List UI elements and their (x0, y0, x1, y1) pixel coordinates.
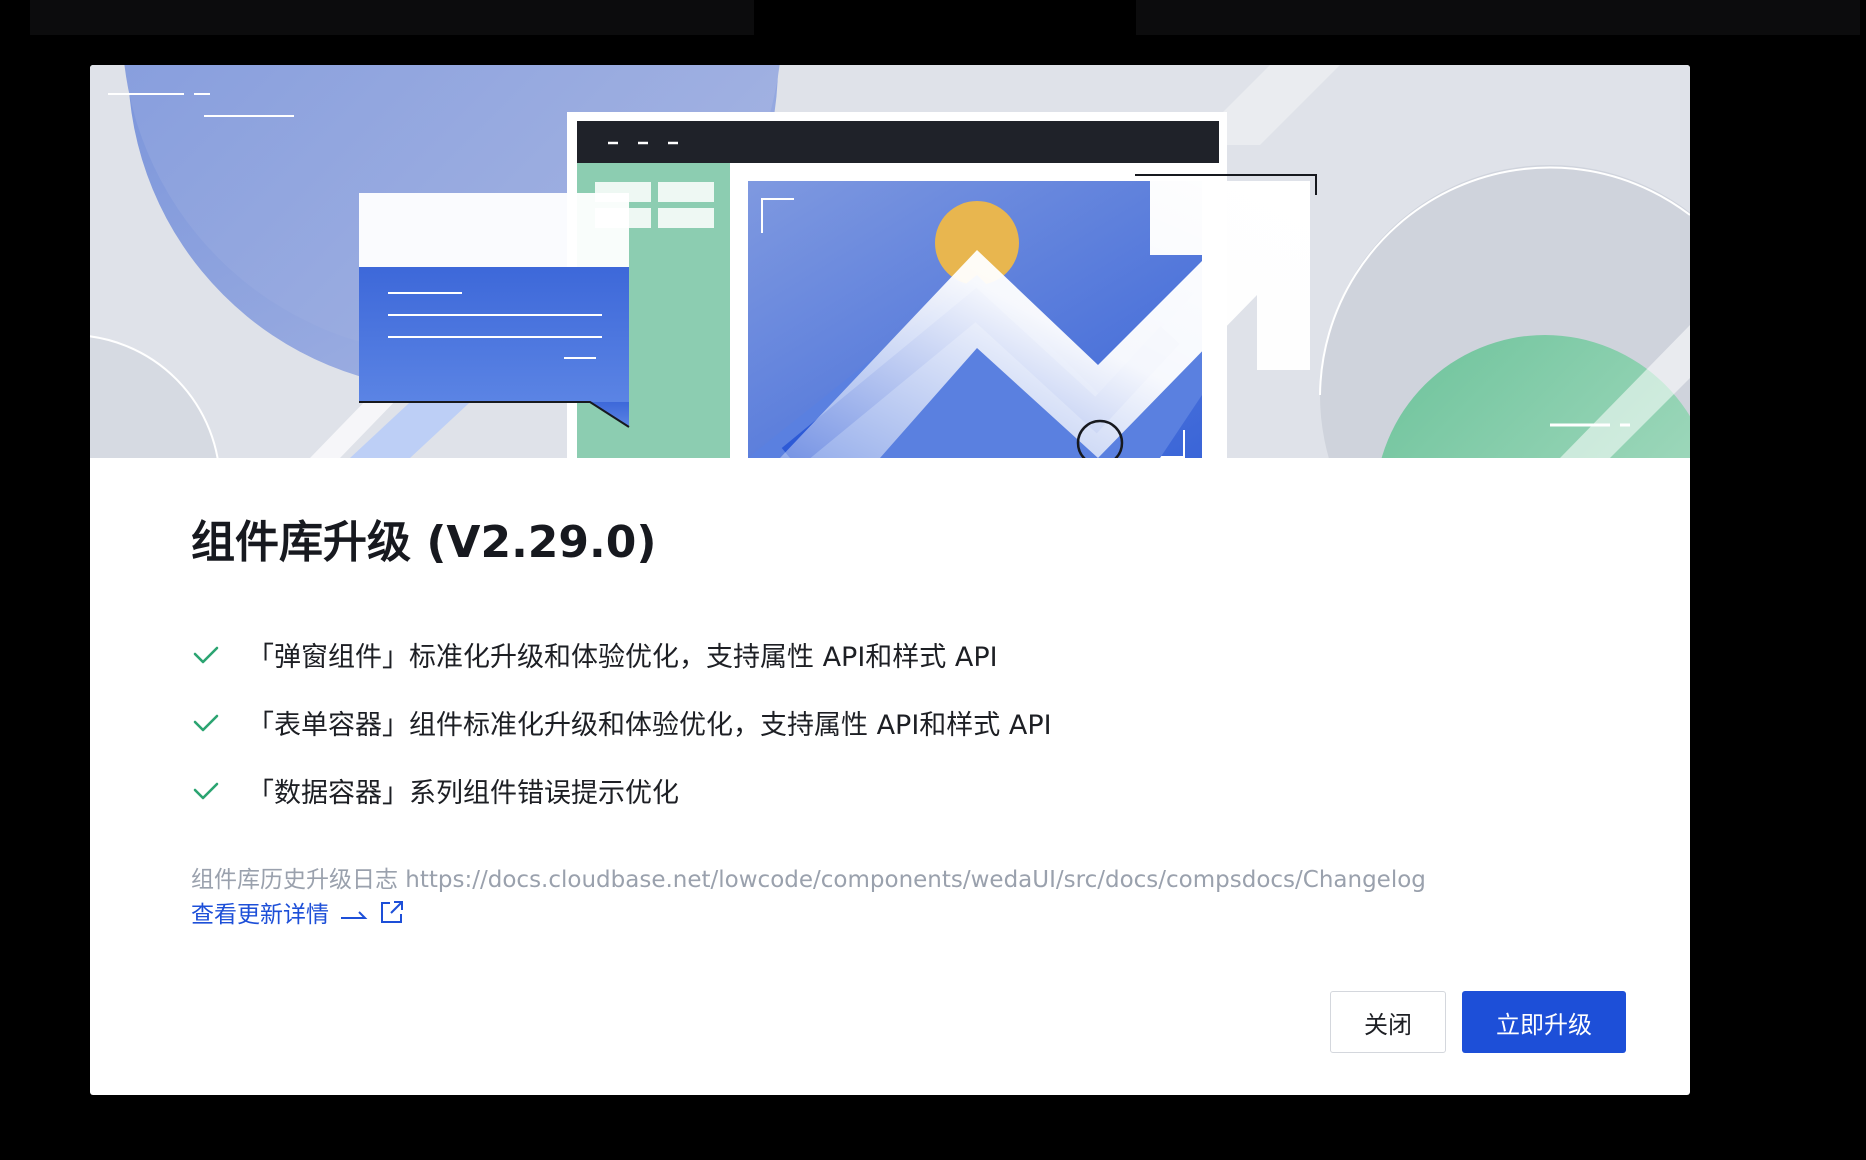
view-details-link[interactable]: 查看更新详情 (191, 895, 405, 929)
check-icon (193, 782, 219, 800)
external-link-icon (381, 901, 403, 923)
feature-item: 「弹窗组件」标准化升级和体验优化，支持属性 API和样式 API (191, 620, 1052, 688)
check-icon (193, 714, 219, 732)
feature-item: 「数据容器」系列组件错误提示优化 (191, 756, 1052, 824)
feature-text: 「表单容器」组件标准化升级和体验优化，支持属性 API和样式 API (247, 709, 1052, 741)
feature-item: 「表单容器」组件标准化升级和体验优化，支持属性 API和样式 API (191, 688, 1052, 756)
close-button[interactable]: 关闭 (1330, 991, 1446, 1053)
upgrade-dialog: 组件库升级 (V2.29.0) 「弹窗组件」标准化升级和体验优化，支持属性 AP… (90, 65, 1690, 1095)
view-details-label: 查看更新详情 (191, 902, 329, 928)
feature-text: 「弹窗组件」标准化升级和体验优化，支持属性 API和样式 API (247, 641, 998, 673)
check-icon (193, 646, 219, 664)
upgrade-now-button[interactable]: 立即升级 (1462, 991, 1626, 1053)
arrow-right-icon (341, 911, 368, 919)
banner-illustration (90, 65, 1690, 458)
changelog-text: 组件库历史升级日志 https://docs.cloudbase.net/low… (191, 867, 1426, 893)
feature-text: 「数据容器」系列组件错误提示优化 (247, 777, 679, 809)
dialog-title: 组件库升级 (V2.29.0) (191, 517, 657, 568)
feature-list: 「弹窗组件」标准化升级和体验优化，支持属性 API和样式 API 「表单容器」组… (191, 620, 1052, 824)
